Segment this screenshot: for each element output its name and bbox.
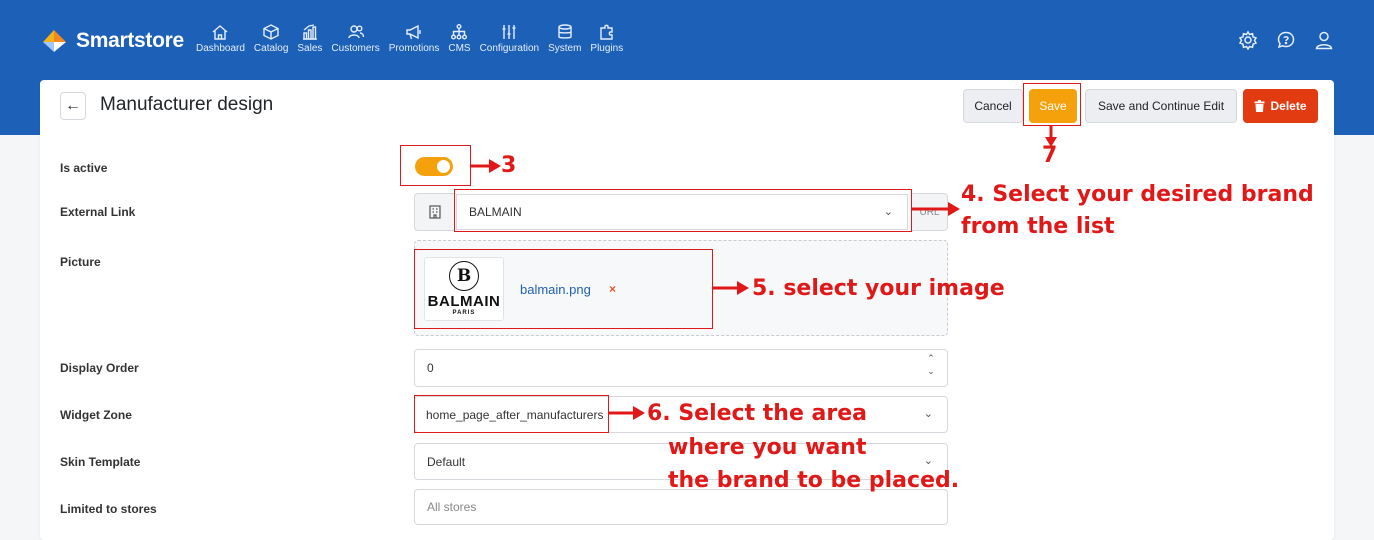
nav-cms[interactable]: CMS [448,23,471,54]
nav-configuration[interactable]: Configuration [480,23,539,54]
sliders-icon [502,25,516,39]
top-right-icons [1220,30,1334,55]
home-icon [212,25,228,40]
main-nav: Dashboard Catalog Sales Customers Promot… [196,23,632,54]
nav-label: Promotions [388,43,440,54]
nav-catalog[interactable]: Catalog [254,23,288,54]
nav-label: Configuration [479,43,540,54]
annotation-step4-line2: from the list [961,214,1115,239]
smartstore-logo-icon [43,30,66,52]
trash-icon [1254,100,1265,112]
external-link-label: External Link [60,205,136,219]
nav-system[interactable]: System [548,23,581,54]
nav-customers[interactable]: Customers [331,23,380,54]
help-icon[interactable] [1276,30,1296,55]
cancel-button[interactable]: Cancel [963,89,1023,123]
picture-label: Picture [60,255,101,269]
display-order-label: Display Order [60,361,139,375]
puzzle-icon [600,24,613,40]
annotation-step6-line1: 6. Select the area [647,401,867,426]
delete-button[interactable]: Delete [1243,89,1318,123]
is-active-label: Is active [60,161,108,175]
bar-chart-icon [302,24,317,40]
annotation-step5: 5. select your image [752,276,1005,301]
nav-label: Catalog [253,43,289,54]
annotation-step4-line1: 4. Select your desired brand [961,182,1314,207]
annotation-box-picture [414,249,713,329]
limited-stores-placeholder: All stores [427,500,477,514]
database-icon [558,24,572,39]
cube-icon [263,24,279,40]
nav-label: Dashboard [196,43,245,54]
annotation-box-brand [454,189,912,232]
display-order-input[interactable]: 0 [414,349,948,387]
nav-promotions[interactable]: Promotions [388,23,440,54]
nav-sales[interactable]: Sales [297,23,322,54]
sitemap-icon [451,24,468,40]
display-order-spinner[interactable]: ⌃ ⌄ [923,352,939,378]
annotation-arrow-right [471,159,501,173]
annotation-arrow-right [912,202,960,216]
annotation-step7: 7 [1042,143,1058,168]
page-title: Manufacturer design [100,94,274,115]
annotation-arrow-right [609,406,645,420]
nav-label: CMS [448,43,471,54]
skin-template-value: Default [427,454,466,469]
nav-label: System [548,43,582,54]
building-icon [414,193,454,231]
back-button[interactable]: ← [60,92,86,120]
nav-label: Customers [331,43,380,54]
delete-label: Delete [1270,99,1307,113]
user-icon[interactable] [1314,30,1334,55]
nav-plugins[interactable]: Plugins [590,23,623,54]
annotation-box-toggle [400,145,471,186]
annotation-box-widget [414,395,609,433]
annotation-step6-line2: where you want [668,435,867,460]
skin-template-label: Skin Template [60,455,141,469]
limited-stores-label: Limited to stores [60,502,157,516]
nav-label: Sales [297,43,323,54]
display-order-value: 0 [427,361,434,375]
app-logo[interactable]: Smartstore [40,28,184,54]
save-continue-button[interactable]: Save and Continue Edit [1085,89,1237,123]
annotation-box-save [1023,83,1081,126]
annotation-step3: 3 [501,153,517,178]
widget-zone-label: Widget Zone [60,408,132,422]
gear-icon[interactable] [1238,30,1258,55]
annotation-step6-line3: the brand to be placed. [668,468,960,493]
nav-label: Plugins [590,43,624,54]
chevron-down-icon: ⌄ [923,408,933,420]
nav-dashboard[interactable]: Dashboard [196,23,245,54]
app-name: Smartstore [76,29,184,52]
megaphone-icon [406,24,421,40]
annotation-arrow-right [713,281,749,295]
users-icon [347,25,364,39]
